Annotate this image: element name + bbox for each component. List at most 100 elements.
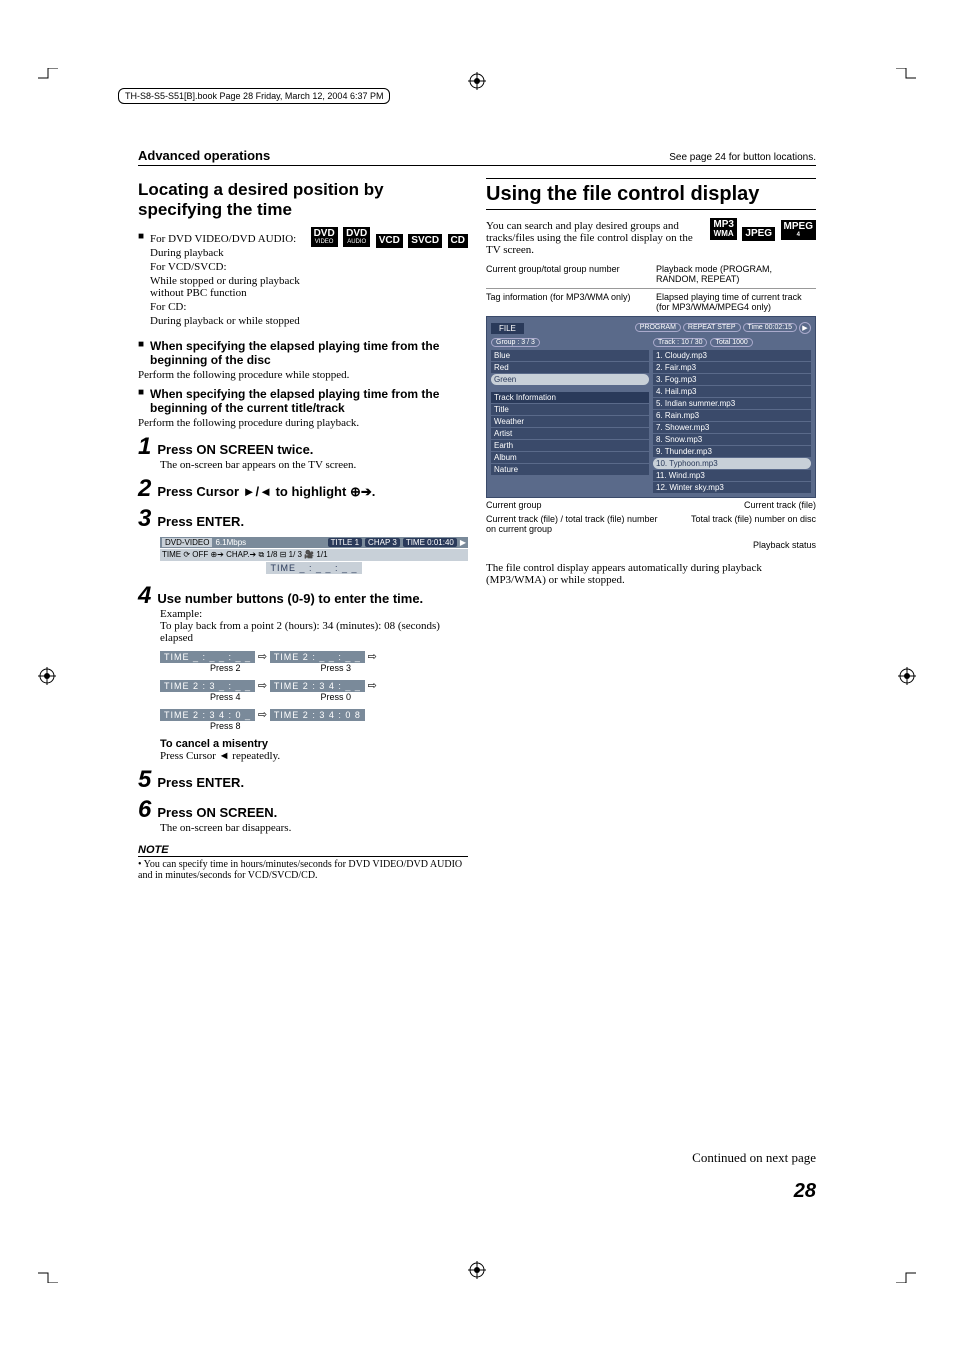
fcd-group-item: Blue — [491, 350, 649, 361]
crop-mark-icon — [38, 1263, 58, 1283]
fcd-track-item: 5. Indian summer.mp3 — [653, 398, 811, 409]
step-number: 1 — [138, 435, 151, 459]
step-number: 6 — [138, 798, 151, 822]
format-badges: MP3WMA JPEG MPEG4 — [709, 218, 816, 241]
fcd-track-item: 3. Fog.mp3 — [653, 374, 811, 385]
continued-label: Continued on next page — [692, 1150, 816, 1166]
locating-title: Locating a desired position by specifyin… — [138, 180, 468, 219]
arrow-right-icon: ⇨ — [258, 651, 267, 663]
callout-current-track: Current track (file) — [744, 500, 816, 510]
fcd-total-counter: Total 1000 — [710, 338, 752, 347]
step-2-text: Press Cursor ►/◄ to highlight ⊕➔. — [157, 484, 375, 500]
mp3-wma-badge: MP3WMA — [710, 218, 737, 240]
arrow-right-icon: ⇨ — [258, 680, 267, 692]
time-box: TIME 2 : 3 4 : _ _ — [270, 680, 365, 692]
for-cd-text: During playback or while stopped — [150, 315, 306, 327]
fcd-file-label: FILE — [491, 323, 524, 334]
fcd-tag-row: Earth — [491, 440, 649, 451]
crop-mark-icon — [896, 68, 916, 88]
note-heading: NOTE — [138, 844, 468, 857]
for-vcd-label: For VCD/SVCD: — [150, 261, 306, 273]
example-text: To play back from a point 2 (hours): 34 … — [160, 620, 468, 644]
press-label: Press 4 — [210, 692, 241, 702]
arrow-right-icon: ⇨ — [368, 651, 377, 663]
time-box: TIME 2 : 3 _ : _ _ — [160, 680, 255, 692]
perform-stopped: Perform the following procedure while st… — [138, 369, 468, 381]
time-box: TIME _ : _ _ : _ _ — [160, 651, 255, 663]
time-box: TIME 2 : 3 4 : 0 _ — [160, 709, 255, 721]
page-header-path: TH-S8-S5-S51[B].book Page 28 Friday, Mar… — [118, 88, 390, 104]
vcd-badge: VCD — [376, 234, 403, 248]
step-number: 5 — [138, 768, 151, 792]
fcd-track-item: 7. Shower.mp3 — [653, 422, 811, 433]
osd-title: TITLE 1 — [328, 538, 362, 547]
jpeg-badge: JPEG — [742, 227, 775, 241]
osd-row2: TIME ⟳ OFF ⊕➔ CHAP.➔ ⧉ 1/8 ⊟ 1/ 3 🎥 1/1 — [162, 550, 328, 560]
callout-playback-mode: Playback mode (PROGRAM, RANDOM, REPEAT) — [656, 264, 816, 284]
fcd-track-info-head: Track Information — [491, 392, 649, 403]
time-entry-sequence: TIME _ : _ _ : _ _ ⇨ TIME 2 : _ _ : _ _ … — [160, 650, 468, 732]
dvd-video-badge: DVDVIDEO — [311, 227, 338, 247]
time-box: TIME 2 : 3 4 : 0 8 — [270, 709, 365, 721]
fcd-track-item: 6. Rain.mp3 — [653, 410, 811, 421]
step-6-sub: The on-screen bar disappears. — [160, 822, 468, 834]
fcd-tag-row: Artist — [491, 428, 649, 439]
see-page-ref: See page 24 for button locations. — [669, 152, 816, 163]
callout-total-on-disc: Total track (file) number on disc — [691, 514, 816, 534]
osd-chap: CHAP 3 — [365, 538, 400, 547]
fcd-group-counter: Group : 3 / 3 — [491, 338, 540, 347]
fcd-time: Time 00:02:15 — [743, 323, 798, 332]
square-bullet-icon: ■ — [138, 231, 144, 242]
dvd-audio-badge: DVDAUDIO — [343, 227, 370, 247]
cd-badge: CD — [448, 234, 468, 248]
svcd-badge: SVCD — [408, 234, 442, 248]
fcd-tag-row: Album — [491, 452, 649, 463]
registration-mark-icon — [38, 667, 56, 685]
osd-time-input: TIME _ : _ _ : _ _ — [266, 562, 361, 574]
callout-playback-status: Playback status — [486, 540, 816, 550]
registration-mark-icon — [898, 667, 916, 685]
fcd-track-item: 12. Winter sky.mp3 — [653, 482, 811, 493]
callout-current-group: Current group — [486, 500, 542, 510]
fcd-track-item: 2. Fair.mp3 — [653, 362, 811, 373]
fcd-track-counter: Track : 10 / 30 — [653, 338, 707, 347]
step-1-sub: The on-screen bar appears on the TV scre… — [160, 459, 468, 471]
fcd-track-item: 4. Hail.mp3 — [653, 386, 811, 397]
press-label: Press 3 — [321, 663, 352, 673]
arrow-right-icon: ⇨ — [258, 709, 267, 721]
time-box: TIME 2 : _ _ : _ _ — [270, 651, 365, 663]
callout-track-per-group: Current track (file) / total track (file… — [486, 514, 668, 534]
step-3-text: Press ENTER. — [157, 514, 244, 529]
osd-time: TIME 0:01:40 — [403, 538, 457, 547]
fcd-tag-row: Title — [491, 404, 649, 415]
step-number: 2 — [138, 477, 151, 501]
subhead-elapsed-title: When specifying the elapsed playing time… — [150, 387, 468, 415]
step-1-text: Press ON SCREEN twice. — [157, 442, 313, 457]
registration-mark-icon — [468, 72, 486, 90]
fcd-group-item-selected: Green — [491, 374, 649, 385]
osd-bitrate: 6.1Mbps — [215, 538, 246, 547]
callout-tag-info: Tag information (for MP3/WMA only) — [486, 292, 646, 312]
right-column: Using the file control display MP3WMA JP… — [486, 176, 816, 881]
callout-elapsed-time: Elapsed playing time of current track (f… — [656, 292, 816, 312]
example-label: Example: — [160, 608, 468, 620]
osd-dvd-video: DVD-VIDEO — [162, 538, 212, 547]
left-column: Locating a desired position by specifyin… — [138, 176, 468, 881]
file-control-display: FILE PROGRAM REPEAT STEP Time 00:02:15 ▶ — [486, 316, 816, 498]
play-icon: ▶ — [460, 538, 466, 547]
perform-playback: Perform the following procedure during p… — [138, 417, 468, 429]
fcd-repeat: REPEAT STEP — [683, 323, 741, 332]
fcd-track-item: 9. Thunder.mp3 — [653, 446, 811, 457]
fcd-track-item-selected: 10. Typhoon.mp3 — [653, 458, 811, 469]
disc-type-badges: DVDVIDEO DVDAUDIO VCD SVCD CD — [310, 227, 468, 248]
fcd-tag-row: Nature — [491, 464, 649, 475]
fcd-track-item: 1. Cloudy.mp3 — [653, 350, 811, 361]
cancel-text: Press Cursor ◄ repeatedly. — [160, 750, 468, 762]
osd-bar-diagram: DVD-VIDEO 6.1Mbps TITLE 1 CHAP 3 TIME 0:… — [160, 537, 468, 574]
square-bullet-icon: ■ — [138, 387, 144, 398]
callout-group-number: Current group/total group number — [486, 264, 646, 284]
using-title: Using the file control display — [486, 178, 816, 210]
step-4-text: Use number buttons (0-9) to enter the ti… — [157, 591, 423, 606]
subhead-elapsed-disc: When specifying the elapsed playing time… — [150, 339, 468, 367]
step-6-text: Press ON SCREEN. — [157, 805, 277, 820]
